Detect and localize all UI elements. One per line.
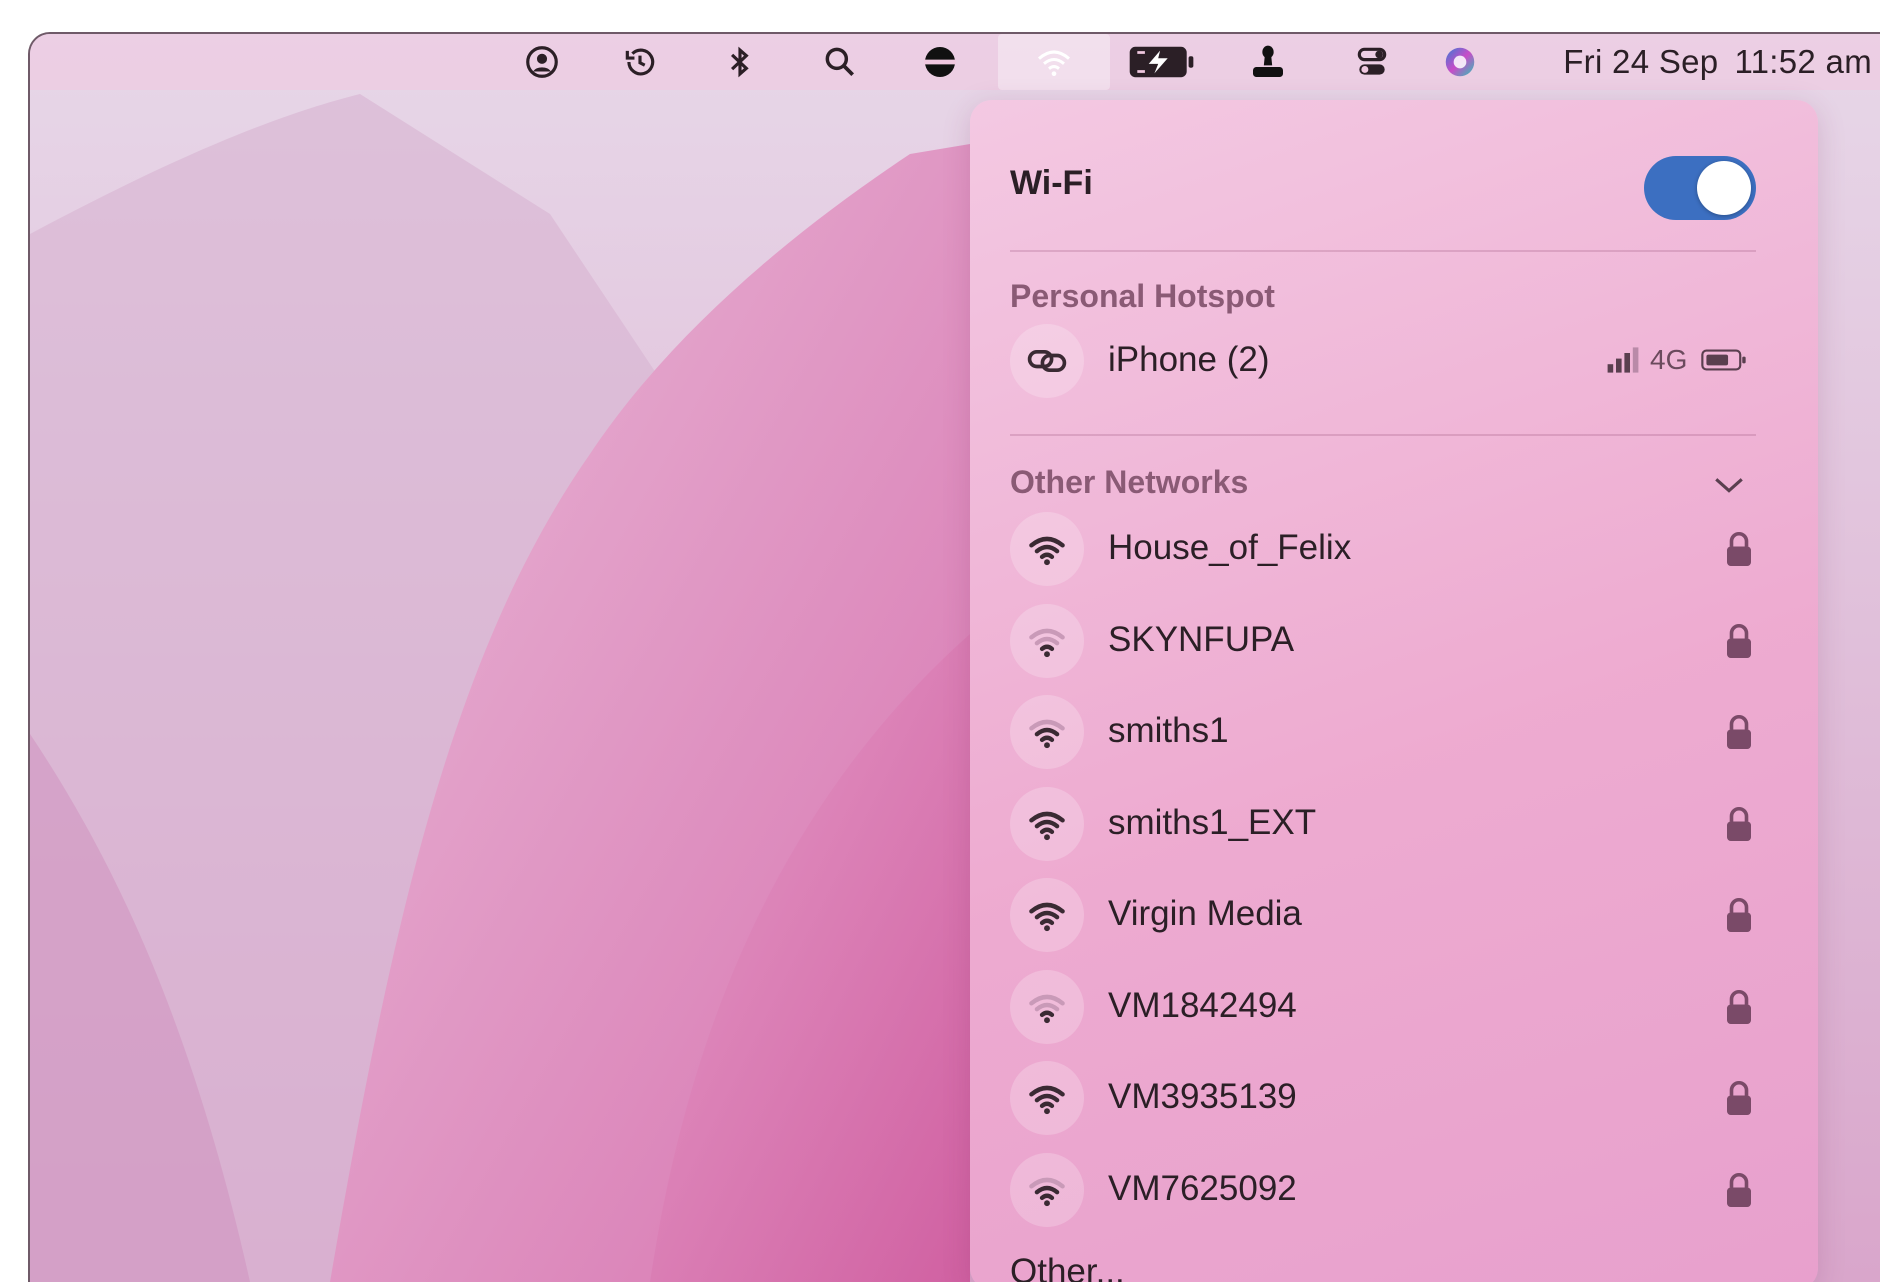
wifi-signal-icon <box>1010 695 1084 769</box>
wifi-signal-icon <box>1010 1061 1084 1135</box>
personal-hotspot-heading: Personal Hotspot <box>1010 278 1275 314</box>
network-name: smiths1 <box>1108 711 1229 750</box>
control-center-icon[interactable] <box>1352 42 1392 82</box>
vpn-icon[interactable] <box>920 42 960 82</box>
divider <box>1010 250 1756 252</box>
wifi-signal-icon <box>1010 969 1084 1044</box>
wifi-signal-icon <box>1010 603 1084 678</box>
menu-bar: Fri 24 Sep 11:52 am <box>30 34 1880 90</box>
hotspot-status: 4G <box>1604 344 1747 376</box>
divider <box>1010 434 1756 436</box>
lock-icon <box>1724 805 1754 843</box>
lock-icon <box>1724 1079 1754 1117</box>
other-networks-heading: Other Networks <box>1010 464 1249 500</box>
lock-icon <box>1724 713 1754 751</box>
wifi-signal-icon <box>1010 878 1084 952</box>
time-machine-icon[interactable] <box>620 42 660 82</box>
network-row[interactable]: VM7625092 <box>1010 1149 1756 1229</box>
wifi-icon[interactable] <box>998 34 1110 90</box>
lock-icon <box>1724 622 1754 660</box>
battery-charging-icon[interactable] <box>1126 42 1198 82</box>
network-name: VM3935139 <box>1108 1077 1297 1116</box>
link-icon <box>1010 324 1084 398</box>
menu-bar-time: 11:52 am <box>1734 43 1872 80</box>
hotspot-battery-icon <box>1701 349 1747 371</box>
lock-icon <box>1724 988 1754 1026</box>
wifi-toggle-knob <box>1697 161 1751 215</box>
bluetooth-icon[interactable] <box>720 42 760 82</box>
network-name: VM7625092 <box>1108 1168 1297 1208</box>
network-row[interactable]: VM1842494 <box>1010 966 1756 1046</box>
network-name: Virgin Media <box>1108 894 1302 933</box>
hotspot-network-type: 4G <box>1650 344 1688 375</box>
hotspot-row[interactable]: iPhone (2) 4G <box>1010 320 1756 400</box>
menu-bar-clock[interactable]: Fri 24 Sep 11:52 am <box>1563 42 1872 82</box>
wifi-signal-icon <box>1010 786 1084 861</box>
search-icon[interactable] <box>820 42 860 82</box>
desktop: Fri 24 Sep 11:52 am Wi-Fi Personal Hotspo… <box>28 32 1880 1282</box>
wifi-signal-icon <box>1010 512 1084 586</box>
lock-icon <box>1724 1171 1754 1209</box>
wifi-menu-panel: Wi-Fi Personal Hotspot iPhone (2) 4G Oth… <box>970 100 1818 1282</box>
lock-icon <box>1724 530 1754 568</box>
network-row[interactable]: Virgin Media <box>1010 874 1756 954</box>
cellular-signal-icon <box>1607 347 1639 373</box>
network-row[interactable]: House_of_Felix <box>1010 508 1756 588</box>
network-row[interactable]: VM3935139 <box>1010 1057 1756 1137</box>
network-name: smiths1_EXT <box>1108 802 1317 842</box>
network-name: SKYNFUPA <box>1108 619 1295 659</box>
lock-icon <box>1724 896 1754 934</box>
chevron-down-icon[interactable] <box>1712 472 1746 498</box>
network-row[interactable]: smiths1_EXT <box>1010 783 1756 863</box>
hotspot-name: iPhone (2) <box>1108 340 1270 379</box>
network-row[interactable]: SKYNFUPA <box>1010 600 1756 680</box>
network-name: House_of_Felix <box>1108 528 1352 567</box>
network-row[interactable]: smiths1 <box>1010 691 1756 771</box>
stamp-icon[interactable] <box>1248 42 1288 82</box>
siri-icon[interactable] <box>1440 42 1480 82</box>
network-name: VM1842494 <box>1108 985 1297 1025</box>
wifi-panel-title: Wi-Fi <box>1010 164 1093 202</box>
wifi-toggle[interactable] <box>1644 156 1756 220</box>
user-circle-icon[interactable] <box>522 42 562 82</box>
wifi-signal-icon <box>1010 1152 1084 1227</box>
menu-bar-date: Fri 24 Sep <box>1563 43 1719 80</box>
